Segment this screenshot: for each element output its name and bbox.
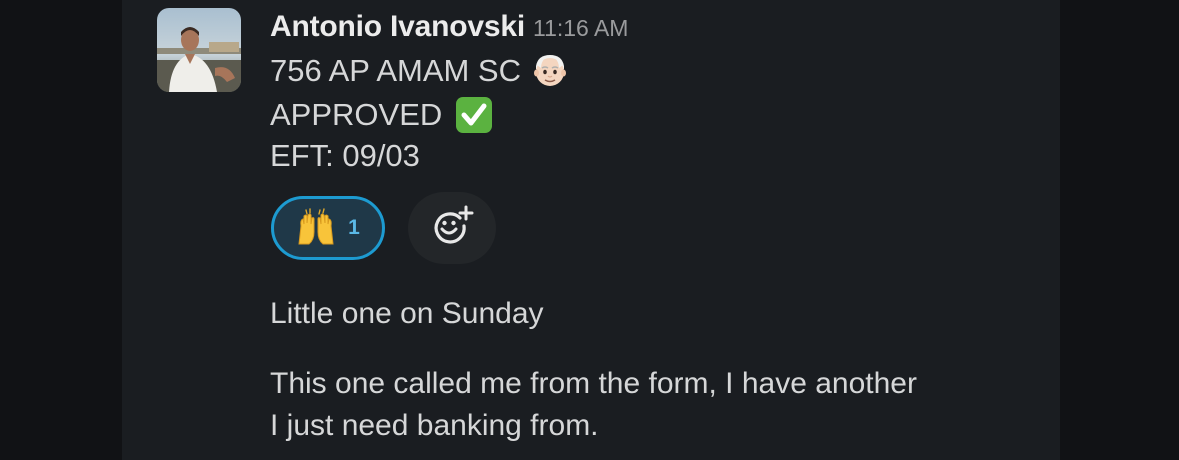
raising-hands-icon [296, 206, 336, 251]
app: Antonio Ivanovski 11:16 AM 756 AP AMAM SC [0, 0, 1179, 460]
message-line-1: 756 AP AMAM SC [270, 52, 569, 90]
message-text: Little one on Sunday [270, 297, 544, 330]
check-mark-button-icon [454, 95, 494, 135]
reaction-raising-hands[interactable]: 1 [271, 196, 385, 260]
add-reaction-button[interactable] [408, 192, 496, 264]
message-text: APPROVED [270, 97, 443, 132]
followup-message-2-line-2: I just need banking from. [270, 409, 599, 443]
message-text: This one called me from the form, I have… [270, 367, 917, 400]
avatar-photo [157, 8, 241, 92]
message-header: Antonio Ivanovski 11:16 AM [270, 10, 628, 44]
followup-message-1: Little one on Sunday [270, 297, 544, 331]
message-text: EFT: 09/03 [270, 138, 420, 173]
message-line-3: EFT: 09/03 [270, 138, 420, 174]
reaction-count: 1 [348, 216, 360, 239]
message-line-2: APPROVED [270, 95, 494, 135]
add-reaction-icon [430, 204, 474, 253]
message-text: I just need banking from. [270, 409, 599, 442]
avatar[interactable] [157, 8, 241, 92]
sender-name[interactable]: Antonio Ivanovski [270, 10, 525, 43]
message-timestamp[interactable]: 11:16 AM [533, 15, 628, 41]
older-man-icon [531, 52, 569, 90]
followup-message-2-line-1: This one called me from the form, I have… [270, 367, 917, 401]
message-text: 756 AP AMAM SC [270, 53, 521, 88]
